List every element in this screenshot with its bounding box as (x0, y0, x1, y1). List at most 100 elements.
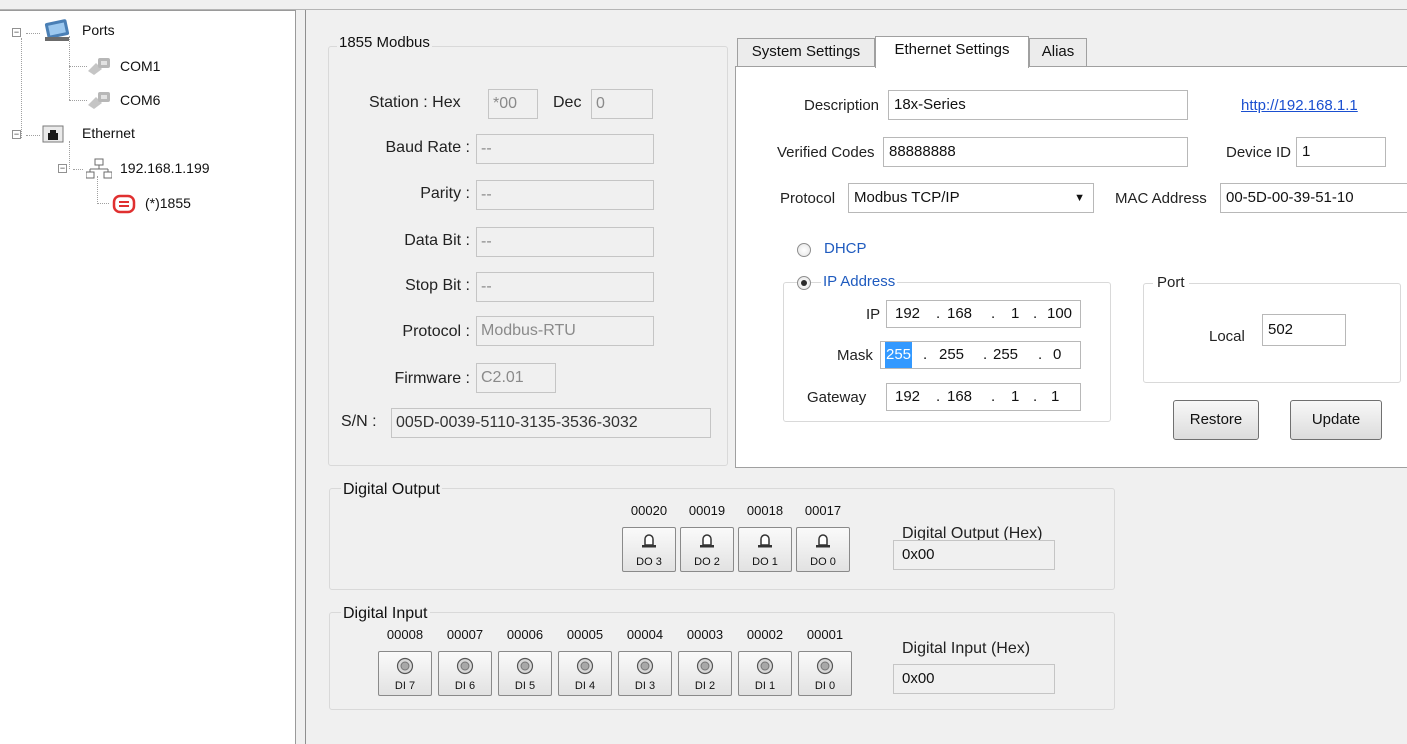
dhcp-radio[interactable] (797, 243, 811, 257)
gateway-octet-4[interactable]: 1 (1051, 384, 1059, 410)
tree-item-com6[interactable]: COM6 (120, 92, 160, 108)
do-address: 00018 (746, 503, 784, 518)
baud-rate-field: -- (476, 134, 654, 164)
digital-input-title: Digital Input (341, 605, 430, 623)
tree-item-ports[interactable]: Ports (82, 22, 115, 38)
tree-item-device[interactable]: (*)1855 (145, 195, 191, 211)
di-button-label: DI 7 (394, 680, 416, 692)
local-port-input[interactable]: 502 (1262, 314, 1346, 346)
di-button-label: DI 6 (454, 680, 476, 692)
tree-line (21, 38, 22, 138)
di-button-di1[interactable]: DI 1 (738, 651, 792, 696)
di-button-label: DI 2 (694, 680, 716, 692)
tree-line (97, 203, 109, 204)
top-border (0, 0, 1407, 10)
ip-octet-1[interactable]: 192 (895, 301, 920, 327)
tree-item-com1[interactable]: COM1 (120, 58, 160, 74)
di-address: 00008 (386, 627, 424, 642)
station-hex-field: *00 (488, 89, 538, 119)
mask-octet-3[interactable]: 255 (993, 342, 1018, 368)
device-tree[interactable]: − − − Ports COM1 COM6 Ethernet 192.168.1… (0, 10, 296, 744)
ip-octet-3[interactable]: 1 (1011, 301, 1019, 327)
verified-codes-input[interactable]: 88888888 (883, 137, 1188, 167)
dhcp-label[interactable]: DHCP (824, 240, 867, 257)
main-panel: 1855 Modbus Station : Hex *00 Dec 0 Baud… (307, 10, 1407, 744)
ip-address-label[interactable]: IP Address (821, 273, 898, 290)
tab-alias[interactable]: Alias (1029, 38, 1087, 66)
device-web-link[interactable]: http://192.168.1.1 (1241, 97, 1358, 114)
gateway-input[interactable]: 192 . 168 . 1 . 1 (886, 383, 1081, 411)
di-button-di6[interactable]: DI 6 (438, 651, 492, 696)
chevron-down-icon: ▼ (1074, 192, 1085, 204)
tree-item-ethernet[interactable]: Ethernet (82, 125, 135, 141)
di-button-label: DI 3 (634, 680, 656, 692)
di-button-di2[interactable]: DI 2 (678, 651, 732, 696)
ip-octet-2[interactable]: 168 (947, 301, 972, 327)
do-address: 00019 (688, 503, 726, 518)
gateway-octet-3[interactable]: 1 (1011, 384, 1019, 410)
do-button-do3[interactable]: DO 3 (622, 527, 676, 572)
di-button-di0[interactable]: DI 0 (798, 651, 852, 696)
di-button-label: DI 4 (574, 680, 596, 692)
protocol-select[interactable]: Modbus TCP/IP ▼ (848, 183, 1094, 213)
dec-label: Dec (553, 94, 582, 111)
collapse-ports-toggle[interactable]: − (12, 28, 21, 37)
ip-input[interactable]: 192 . 168 . 1 . 100 (886, 300, 1081, 328)
bell-icon (756, 533, 774, 552)
parity-label: Parity : (420, 185, 470, 202)
splitter[interactable] (296, 10, 306, 744)
protocol-select-label: Protocol (780, 190, 836, 207)
do-button-label: DO 2 (694, 556, 720, 568)
verified-codes-label: Verified Codes (777, 144, 875, 161)
collapse-ethernet-toggle[interactable]: − (12, 130, 21, 139)
mask-input[interactable]: 255 . 255 . 255 . 0 (880, 341, 1081, 369)
gateway-octet-2[interactable]: 168 (947, 384, 972, 410)
parity-field: -- (476, 180, 654, 210)
di-address: 00004 (626, 627, 664, 642)
tree-line (26, 135, 40, 136)
tab-system-settings[interactable]: System Settings (737, 38, 875, 66)
stop-bit-label: Stop Bit : (405, 277, 470, 294)
di-button-di4[interactable]: DI 4 (558, 651, 612, 696)
sn-label: S/N : (341, 413, 377, 430)
restore-button[interactable]: Restore (1173, 400, 1259, 440)
ip-octet-4[interactable]: 100 (1047, 301, 1072, 327)
di-address: 00005 (566, 627, 604, 642)
tree-line (73, 169, 83, 170)
mask-octet-4[interactable]: 0 (1053, 342, 1061, 368)
tree-line (69, 66, 87, 67)
firmware-label: Firmware : (394, 370, 470, 387)
bell-icon (640, 533, 658, 552)
network-icon (85, 158, 113, 183)
led-icon (756, 657, 774, 678)
digital-output-hex-field: 0x00 (893, 540, 1055, 570)
mask-octet-1[interactable]: 255 (885, 342, 913, 368)
update-button[interactable]: Update (1290, 400, 1382, 440)
do-button-do0[interactable]: DO 0 (796, 527, 850, 572)
tree-item-ip[interactable]: 192.168.1.199 (120, 160, 210, 176)
do-button-label: DO 3 (636, 556, 662, 568)
ip-address-radio[interactable] (797, 276, 811, 290)
mask-octet-2[interactable]: 255 (939, 342, 964, 368)
di-button-di7[interactable]: DI 7 (378, 651, 432, 696)
description-label: Description (804, 97, 880, 114)
di-button-label: DI 1 (754, 680, 776, 692)
local-port-label: Local (1209, 328, 1245, 345)
device-id-input[interactable]: 1 (1296, 137, 1386, 167)
tab-ethernet-settings[interactable]: Ethernet Settings (875, 36, 1029, 68)
protocol-select-value: Modbus TCP/IP (854, 189, 960, 206)
led-icon (456, 657, 474, 678)
digital-input-hex-label: Digital Input (Hex) (902, 640, 1031, 657)
led-icon (636, 657, 654, 678)
ports-icon (43, 19, 73, 46)
do-button-do1[interactable]: DO 1 (738, 527, 792, 572)
digital-input-hex-field: 0x00 (893, 664, 1055, 694)
gateway-octet-1[interactable]: 192 (895, 384, 920, 410)
di-button-di5[interactable]: DI 5 (498, 651, 552, 696)
ethernet-icon (42, 124, 64, 147)
device-icon (112, 192, 136, 219)
di-button-di3[interactable]: DI 3 (618, 651, 672, 696)
collapse-ip-toggle[interactable]: − (58, 164, 67, 173)
description-input[interactable]: 18x-Series (888, 90, 1188, 120)
do-button-do2[interactable]: DO 2 (680, 527, 734, 572)
